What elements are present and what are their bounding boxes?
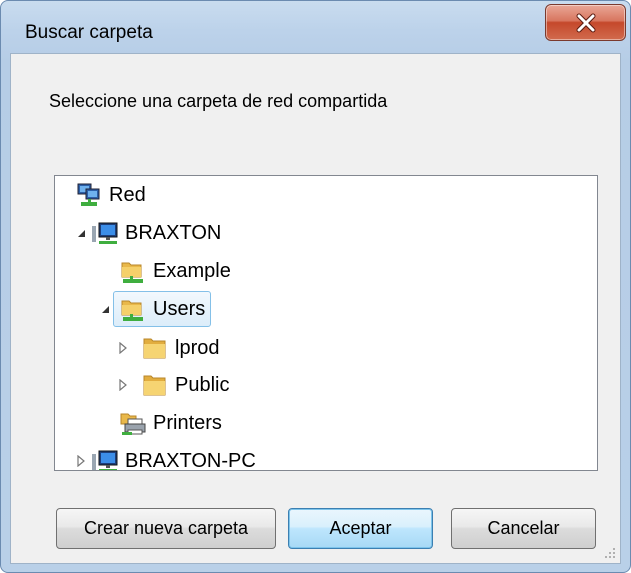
- tree-item-label: Users: [153, 297, 206, 320]
- collapse-arrow-icon[interactable]: [99, 303, 111, 315]
- tree-item-example[interactable]: Example: [119, 256, 231, 286]
- tree-item-label: Printers: [153, 411, 222, 434]
- tree-item-label: BRAXTON-PC: [125, 449, 256, 471]
- create-new-folder-button[interactable]: Crear nueva carpeta: [56, 508, 276, 549]
- close-icon: [576, 13, 595, 32]
- dialog-body: Seleccione una carpeta de red compartida…: [10, 53, 621, 564]
- tree-item-red[interactable]: Red: [75, 180, 146, 210]
- collapse-arrow-icon[interactable]: [75, 227, 87, 239]
- tree-item-label: lprod: [175, 336, 220, 359]
- ok-button[interactable]: Aceptar: [288, 508, 433, 549]
- title-bar[interactable]: Buscar carpeta: [1, 1, 630, 61]
- shared-folder-icon: [121, 300, 143, 321]
- cancel-button[interactable]: Cancelar: [451, 508, 596, 549]
- computer-icon: [92, 222, 118, 244]
- tree-item-braxton[interactable]: BRAXTON: [75, 218, 221, 248]
- instruction-text: Seleccione una carpeta de red compartida: [49, 91, 388, 111]
- resize-grip-icon[interactable]: [602, 545, 616, 559]
- browse-folder-dialog: Buscar carpeta Seleccione una carpeta de…: [0, 0, 631, 573]
- folder-tree[interactable]: Red BRAXTON Example Users lprod Public P…: [54, 175, 598, 471]
- expand-arrow-icon[interactable]: [117, 379, 129, 391]
- tree-item-label: Public: [175, 373, 230, 396]
- expand-arrow-icon[interactable]: [75, 455, 87, 467]
- dialog-title: Buscar carpeta: [25, 22, 153, 43]
- computer-icon: [92, 450, 118, 470]
- tree-item-public[interactable]: Public: [119, 370, 230, 400]
- tree-item-label: BRAXTON: [125, 221, 222, 244]
- expand-arrow-icon[interactable]: [117, 342, 129, 354]
- tree-item-braxton-pc[interactable]: BRAXTON-PC: [75, 446, 256, 471]
- tree-item-label: Example: [153, 259, 231, 282]
- printer-icon: [120, 413, 146, 435]
- tree-item-lprod[interactable]: lprod: [119, 333, 220, 363]
- folder-icon: [143, 338, 166, 359]
- close-button[interactable]: [545, 4, 626, 41]
- tree-item-label: Red: [109, 183, 146, 206]
- shared-folder-icon: [121, 262, 143, 283]
- tree-item-printers[interactable]: Printers: [119, 408, 222, 438]
- network-icon: [77, 183, 100, 206]
- folder-icon: [143, 375, 166, 396]
- tree-item-users[interactable]: Users: [102, 291, 212, 327]
